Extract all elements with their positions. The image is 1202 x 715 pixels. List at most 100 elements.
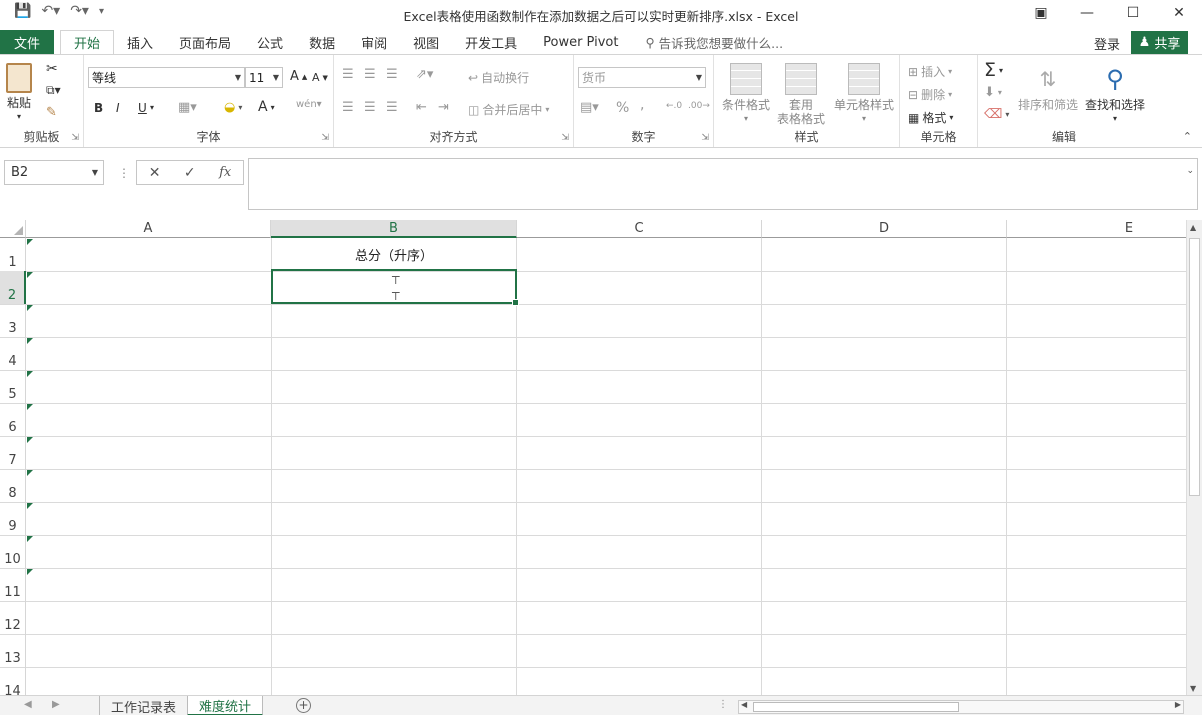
format-painter-icon[interactable]: ✎ (46, 105, 57, 120)
row-header-9[interactable]: 9 (0, 502, 26, 535)
cancel-entry-icon[interactable]: ✕ (149, 165, 161, 181)
maximize-icon[interactable]: ☐ (1110, 0, 1156, 26)
accounting-icon[interactable]: ▤▾ (580, 100, 599, 115)
format-cells-button[interactable]: ▦ 格式 ▾ (908, 109, 953, 126)
font-color-icon[interactable]: A ▾ (258, 99, 275, 115)
font-name-select[interactable]: 等线 ▼ (88, 67, 245, 88)
minimize-icon[interactable]: — (1064, 0, 1110, 26)
column-header-d[interactable]: D (762, 220, 1007, 238)
font-launcher-icon[interactable]: ⇲ (321, 133, 329, 143)
column-header-a[interactable]: A (26, 220, 271, 238)
find-select-button[interactable]: ⚲ 查找和选择 ▾ (1082, 63, 1148, 126)
row-header-6[interactable]: 6 (0, 403, 26, 436)
select-all-button[interactable] (0, 220, 26, 238)
conditional-format-button[interactable]: 条件格式 ▾ (718, 63, 774, 126)
decrease-decimal-icon[interactable]: .00→ (688, 101, 710, 111)
font-size-select[interactable]: 11 ▼ (245, 67, 283, 88)
tab-split-grip-icon[interactable]: ⋮ (718, 699, 728, 710)
align-right-icon[interactable]: ☰ (386, 100, 398, 115)
row-header-3[interactable]: 3 (0, 304, 26, 337)
tab-developer[interactable]: 开发工具 (452, 30, 530, 54)
format-as-table-button[interactable]: 套用 表格格式 (770, 63, 832, 126)
customize-qat-icon[interactable]: ▾ (99, 6, 104, 17)
align-center-icon[interactable]: ☰ (364, 100, 376, 115)
top-align-icon[interactable]: ☰ (342, 67, 354, 82)
row-header-14[interactable]: 14 (0, 667, 26, 695)
tell-me-box[interactable]: ⚲ 告诉我您想要做什么... (631, 30, 783, 54)
scroll-down-icon[interactable]: ▼ (1190, 684, 1196, 693)
vertical-scrollbar[interactable]: ▲ ▼ (1186, 220, 1202, 695)
sheet-tab-difficulty-stats[interactable]: 难度统计 (187, 696, 264, 715)
tab-formulas[interactable]: 公式 (244, 30, 296, 54)
sheet-tab-work-log[interactable]: 工作记录表 (99, 696, 189, 715)
column-header-e[interactable]: E (1007, 220, 1186, 238)
italic-button[interactable]: I (116, 101, 120, 115)
cell-b1[interactable]: 总分（升序） (271, 238, 517, 271)
redo-icon[interactable]: ↷▾ (70, 3, 89, 19)
tab-home[interactable]: 开始 (60, 30, 115, 55)
column-header-c[interactable]: C (517, 220, 762, 238)
tab-power-pivot[interactable]: Power Pivot (530, 30, 631, 54)
clipboard-launcher-icon[interactable]: ⇲ (71, 133, 79, 143)
delete-cells-button[interactable]: ⊟ 删除 ▾ (908, 86, 952, 103)
collapse-ribbon-icon[interactable]: ⌃ (1183, 130, 1192, 143)
wrap-text-button[interactable]: ↩ 自动换行 (468, 69, 529, 86)
tab-page-layout[interactable]: 页面布局 (166, 30, 244, 54)
scroll-left-icon[interactable]: ◀ (741, 700, 747, 709)
fill-icon[interactable]: ⬇ ▾ (984, 85, 1002, 100)
underline-dropdown-icon[interactable]: ▾ (150, 103, 154, 112)
alignment-launcher-icon[interactable]: ⇲ (561, 133, 569, 143)
scroll-up-icon[interactable]: ▲ (1190, 223, 1196, 232)
tab-insert[interactable]: 插入 (114, 30, 166, 54)
row-header-8[interactable]: 8 (0, 469, 26, 502)
column-header-b[interactable]: B (271, 220, 517, 238)
increase-font-icon[interactable]: A ▲ (290, 69, 307, 84)
align-left-icon[interactable]: ☰ (342, 100, 354, 115)
row-header-4[interactable]: 4 (0, 337, 26, 370)
name-box[interactable]: B2 ▼ (4, 160, 104, 185)
row-header-7[interactable]: 7 (0, 436, 26, 469)
ribbon-display-options-icon[interactable]: ▣ (1018, 0, 1064, 26)
tab-file[interactable]: 文件 (0, 30, 54, 54)
increase-indent-icon[interactable]: ⇥ (438, 100, 449, 115)
save-icon[interactable]: 💾 (14, 3, 31, 19)
sign-in-link[interactable]: 登录 (1094, 34, 1120, 53)
increase-decimal-icon[interactable]: ←.0 (666, 101, 682, 111)
horizontal-scroll-thumb[interactable] (753, 702, 959, 712)
row-header-1[interactable]: 1 (0, 238, 26, 271)
horizontal-scrollbar[interactable]: ◀ ▶ (738, 700, 1184, 714)
row-header-11[interactable]: 11 (0, 568, 26, 601)
cell-styles-button[interactable]: 单元格样式 ▾ (832, 63, 896, 126)
bold-button[interactable]: B (94, 101, 103, 115)
orientation-icon[interactable]: ⇗▾ (416, 67, 433, 82)
tab-data[interactable]: 数据 (296, 30, 348, 54)
underline-button[interactable]: U (138, 101, 147, 115)
row-header-5[interactable]: 5 (0, 370, 26, 403)
decrease-font-icon[interactable]: A ▼ (312, 71, 328, 84)
next-sheet-icon[interactable]: ▶ (52, 699, 60, 710)
insert-function-button[interactable]: fx (219, 165, 231, 180)
insert-cells-button[interactable]: ⊞ 插入 ▾ (908, 63, 952, 80)
formula-input[interactable] (248, 158, 1198, 210)
copy-icon[interactable]: ⧉▾ (46, 83, 61, 98)
decrease-indent-icon[interactable]: ⇤ (416, 100, 427, 115)
tab-review[interactable]: 审阅 (348, 30, 400, 54)
close-icon[interactable]: ✕ (1156, 0, 1202, 26)
expand-formula-bar-icon[interactable]: ⌄ (1186, 166, 1194, 176)
confirm-entry-icon[interactable]: ✓ (184, 165, 196, 181)
row-header-12[interactable]: 12 (0, 601, 26, 634)
prev-sheet-icon[interactable]: ◀ (24, 699, 32, 710)
vertical-scroll-thumb[interactable] (1189, 238, 1200, 496)
percent-button[interactable]: % (616, 100, 629, 116)
cut-icon[interactable]: ✂ (46, 61, 58, 77)
phonetic-icon[interactable]: wén▾ (296, 99, 322, 110)
tab-view[interactable]: 视图 (400, 30, 452, 54)
row-header-10[interactable]: 10 (0, 535, 26, 568)
clear-icon[interactable]: ⌫ ▾ (984, 107, 1009, 122)
paste-button[interactable]: 粘贴 ▾ (6, 63, 32, 124)
bottom-align-icon[interactable]: ☰ (386, 67, 398, 82)
row-header-13[interactable]: 13 (0, 634, 26, 667)
add-sheet-icon[interactable]: + (296, 698, 311, 713)
formula-bar-grip-icon[interactable]: ⋮ (118, 166, 130, 180)
autosum-icon[interactable]: Σ ▾ (984, 59, 1003, 81)
